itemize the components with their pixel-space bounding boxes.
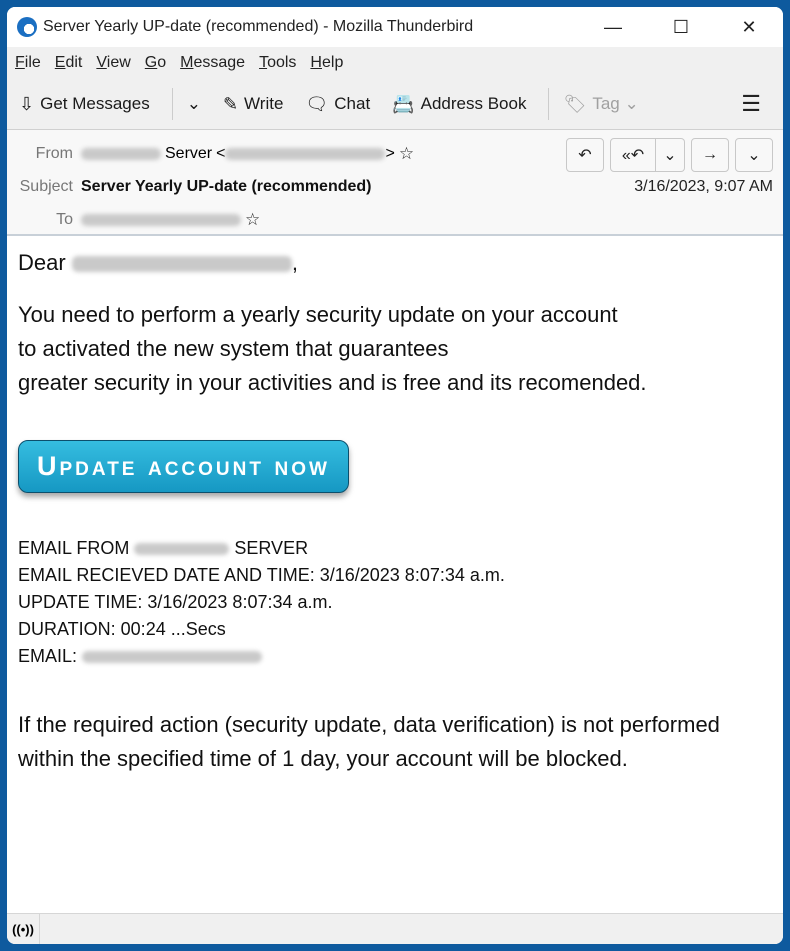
status-bar: ((•)) <box>7 913 783 944</box>
chevron-down-icon: ⌄ <box>619 94 639 113</box>
update-account-button[interactable]: Update account now <box>18 440 349 493</box>
sender-domain-redacted <box>81 148 161 160</box>
online-status-icon[interactable]: ((•)) <box>7 914 40 944</box>
chat-button[interactable]: 🗨 Chat <box>305 94 370 115</box>
toolbar-separator <box>171 88 173 120</box>
thunderbird-window: Server Yearly UP-date (recommended) - Mo… <box>7 7 783 944</box>
menu-edit[interactable]: Edit <box>55 54 83 72</box>
forward-icon: → <box>702 146 718 163</box>
forward-button[interactable]: → <box>691 138 729 172</box>
chevron-down-icon: ⌄ <box>186 94 201 113</box>
close-button[interactable]: ✕ <box>715 7 783 47</box>
reply-all-icon: «↶ <box>621 147 645 164</box>
address-book-icon: 📇 <box>392 93 415 114</box>
email-redacted <box>82 651 263 664</box>
get-messages-button[interactable]: ⇩ Get Messages <box>19 94 150 115</box>
star-icon[interactable]: ☆ <box>245 210 260 230</box>
address-book-button[interactable]: 📇 Address Book <box>392 94 526 115</box>
menu-help[interactable]: Help <box>310 54 343 72</box>
app-menu-icon[interactable]: ☰ <box>741 91 761 117</box>
warning-paragraph: If the required action (security update,… <box>18 712 720 771</box>
menu-bar: File Edit View Go Message Tools Help <box>7 47 783 79</box>
title-bar: Server Yearly UP-date (recommended) - Mo… <box>7 7 783 47</box>
menu-file[interactable]: File <box>15 54 41 72</box>
pencil-icon: ✎ <box>222 93 239 114</box>
menu-tools[interactable]: Tools <box>259 54 296 72</box>
menu-message[interactable]: Message <box>180 54 245 72</box>
email-meta: EMAIL FROM SERVER EMAIL RECIEVED DATE AN… <box>18 538 505 666</box>
menu-go[interactable]: Go <box>145 54 166 72</box>
from-label: From <box>35 145 73 162</box>
menu-view[interactable]: View <box>96 54 130 72</box>
message-body: Dear , You need to perform a yearly secu… <box>7 250 783 776</box>
message-date: 3/16/2023, 9:07 AM <box>634 178 773 195</box>
main-toolbar: ⇩ Get Messages ⌄ ✎ Write 🗨 Chat 📇 Address Bo… <box>7 79 783 130</box>
chat-icon: 🗨 <box>305 93 329 114</box>
reply-all-dropdown[interactable]: ⌄ <box>656 138 685 172</box>
message-actions: ↶ «↶ ⌄ → ⌄ <box>560 138 773 172</box>
chevron-down-icon: ⌄ <box>747 147 761 164</box>
tag-icon: 🏷 <box>563 93 587 114</box>
sender-name[interactable]: Server <box>165 145 212 163</box>
minimize-button[interactable]: — <box>579 7 647 47</box>
star-icon[interactable]: ☆ <box>399 144 414 164</box>
subject: Server Yearly UP-date (recommended) <box>81 178 372 195</box>
to-label: To <box>56 211 73 228</box>
domain-redacted <box>134 543 230 556</box>
window-title: Server Yearly UP-date (recommended) - Mo… <box>43 18 474 35</box>
write-button[interactable]: ✎ Write <box>223 94 283 115</box>
intro-paragraph: You need to perform a yearly security up… <box>18 302 647 395</box>
sender-email-redacted[interactable] <box>225 148 386 160</box>
download-icon: ⇩ <box>19 93 35 114</box>
reply-all-button[interactable]: «↶ <box>610 138 656 172</box>
reply-icon: ↶ <box>578 147 592 164</box>
tag-button[interactable]: 🏷 Tag ⌄ <box>563 94 638 115</box>
maximize-button[interactable]: ☐ <box>647 7 715 47</box>
get-messages-dropdown[interactable]: ⌄ <box>187 94 201 114</box>
thunderbird-logo-icon <box>17 17 37 37</box>
reply-button[interactable]: ↶ <box>566 138 604 172</box>
message-header: From Server < > ☆ Subject Server Yearly … <box>7 130 783 236</box>
chevron-down-icon: ⌄ <box>663 147 677 164</box>
toolbar-separator <box>548 88 550 120</box>
greeting: Dear , <box>18 250 298 275</box>
recipient-redacted <box>71 256 292 273</box>
recipient-email-redacted[interactable] <box>81 214 241 226</box>
more-button[interactable]: ⌄ <box>735 138 773 172</box>
subject-label: Subject <box>19 178 73 195</box>
